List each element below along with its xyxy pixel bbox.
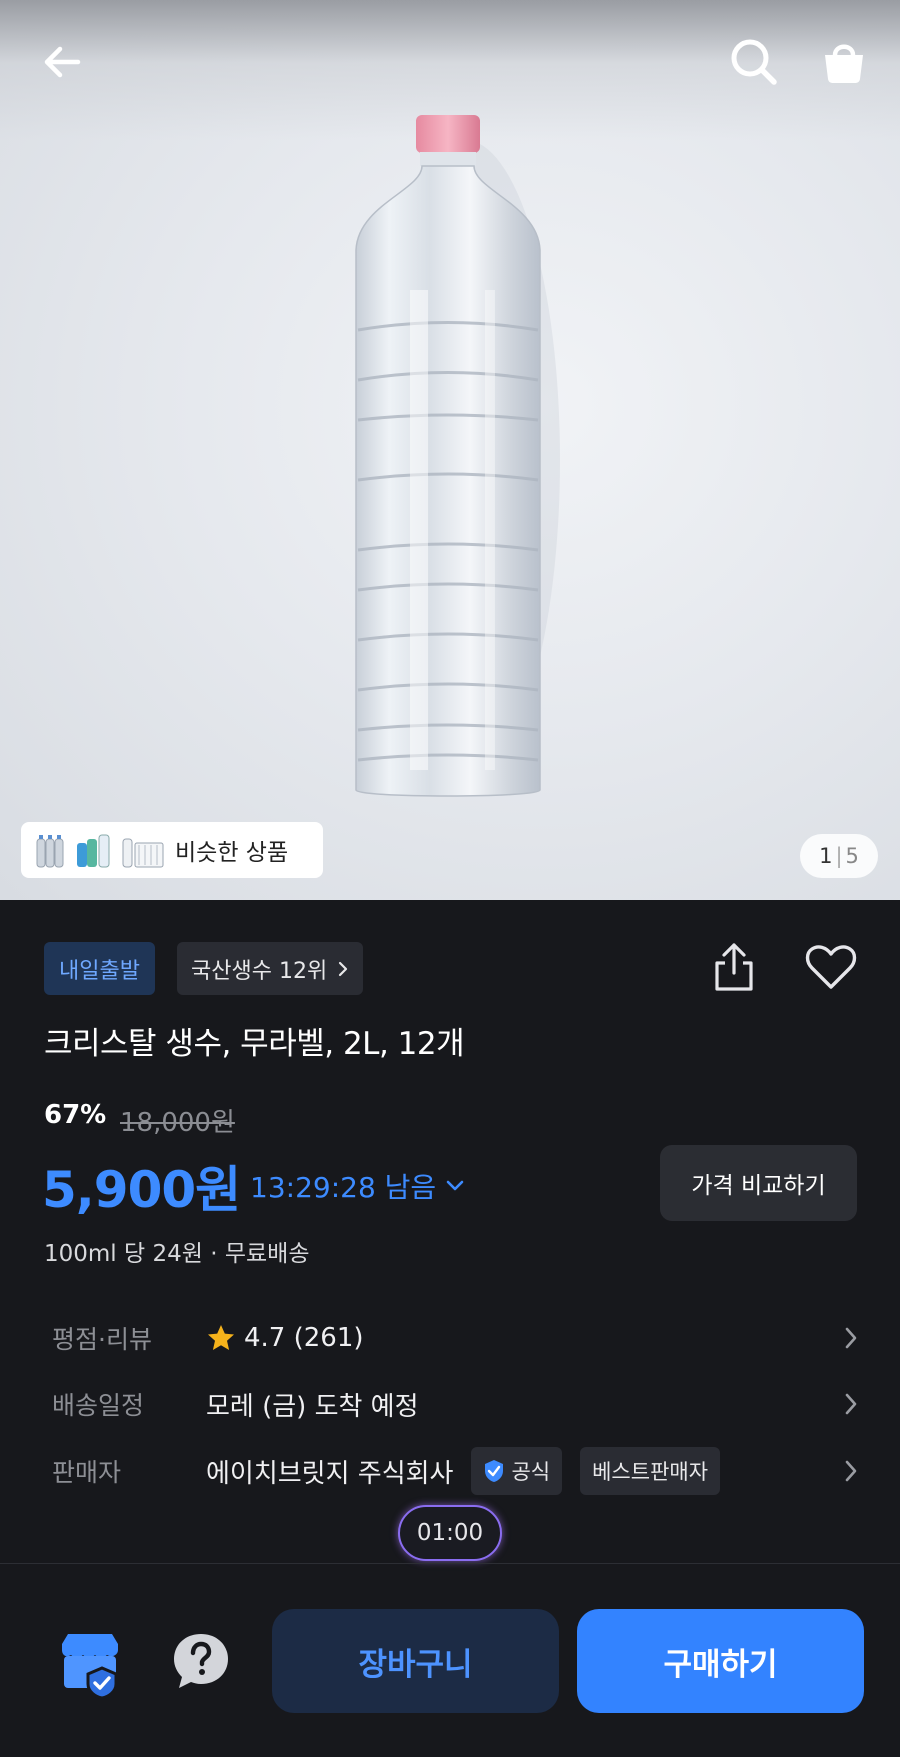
delivery-schedule-row[interactable]: 배송일정 모레 (금) 도착 예정: [52, 1384, 858, 1424]
heart-icon: [805, 945, 857, 989]
star-icon: [208, 1325, 234, 1350]
shopping-bag-icon: [825, 44, 863, 83]
similar-products-button[interactable]: 비슷한 상품: [21, 822, 323, 878]
back-arrow-icon: [44, 46, 81, 78]
deal-timer[interactable]: 13:29:28 남음: [250, 1166, 464, 1206]
product-title: 크리스탈 생수, 무라벨, 2L, 12개: [44, 1026, 465, 1062]
delivery-label: 배송일정: [52, 1391, 145, 1420]
sale-price: 5,900원: [42, 1161, 241, 1219]
buy-now-button[interactable]: 구매하기: [577, 1609, 864, 1713]
bottle-thumbnail-icon: [36, 835, 64, 868]
chevron-right-icon: [845, 1327, 857, 1349]
page-current: 1: [819, 844, 833, 868]
chevron-down-icon: [446, 1180, 464, 1191]
discount-rate: 67%: [44, 1100, 107, 1130]
share-icon: [715, 943, 753, 991]
image-page-indicator: 1 | 5: [800, 834, 878, 878]
search-icon: [731, 39, 777, 85]
official-tag-label: 공식: [511, 1460, 551, 1484]
add-to-cart-button[interactable]: 장바구니: [272, 1609, 559, 1713]
chevron-right-icon: [339, 961, 348, 976]
price-compare-button[interactable]: 가격 비교하기: [660, 1145, 857, 1221]
rank-label: 국산생수 12위: [191, 958, 328, 984]
back-button[interactable]: [30, 30, 94, 94]
share-button[interactable]: [706, 936, 762, 998]
inquiry-button[interactable]: [170, 1630, 232, 1692]
search-button[interactable]: [722, 30, 786, 94]
similar-product-thumbnails: [35, 831, 165, 869]
category-rank-badge[interactable]: 국산생수 12위: [177, 942, 364, 995]
floating-time-indicator[interactable]: 01:00: [398, 1505, 502, 1561]
bottle-thumbnail-icon: [77, 834, 110, 868]
timer-text: 13:29:28 남음: [250, 1171, 437, 1204]
product-image-gallery[interactable]: 비슷한 상품 1 | 5: [0, 0, 900, 900]
chevron-right-icon: [845, 1393, 857, 1415]
verified-store-icon: [62, 1634, 118, 1700]
rating-value: 4.7 (261): [244, 1323, 364, 1353]
rating-review-row[interactable]: 평점·리뷰 4.7 (261): [52, 1318, 858, 1358]
best-seller-tag: 베스트판매자: [580, 1447, 721, 1495]
help-question-icon: [174, 1634, 228, 1688]
wishlist-button[interactable]: [800, 936, 862, 998]
official-seller-tag: 공식: [471, 1447, 563, 1495]
cart-button[interactable]: [812, 30, 876, 94]
page-separator: |: [835, 844, 843, 868]
original-price: 18,000원: [120, 1108, 235, 1138]
seller-label: 판매자: [52, 1458, 122, 1487]
seller-name: 에이치브릿지 주식회사: [206, 1458, 454, 1489]
product-photo-bottle: [340, 110, 560, 800]
delivery-badge: 내일출발: [44, 942, 155, 995]
rating-label: 평점·리뷰: [52, 1325, 152, 1354]
similar-products-label: 비슷한 상품: [175, 840, 289, 866]
bottom-bar-divider: [0, 1563, 900, 1564]
unit-price-shipping: 100ml 당 24원 · 무료배송: [44, 1241, 310, 1267]
delivery-value: 모레 (금) 도착 예정: [206, 1391, 419, 1422]
verified-shield-icon: [485, 1460, 504, 1482]
chevron-right-icon: [845, 1460, 857, 1482]
store-button[interactable]: [56, 1630, 126, 1700]
page-total: 5: [845, 844, 859, 868]
bottle-thumbnail-icon: [122, 838, 164, 868]
seller-row[interactable]: 판매자 에이치브릿지 주식회사 공식 베스트판매자: [52, 1447, 858, 1495]
